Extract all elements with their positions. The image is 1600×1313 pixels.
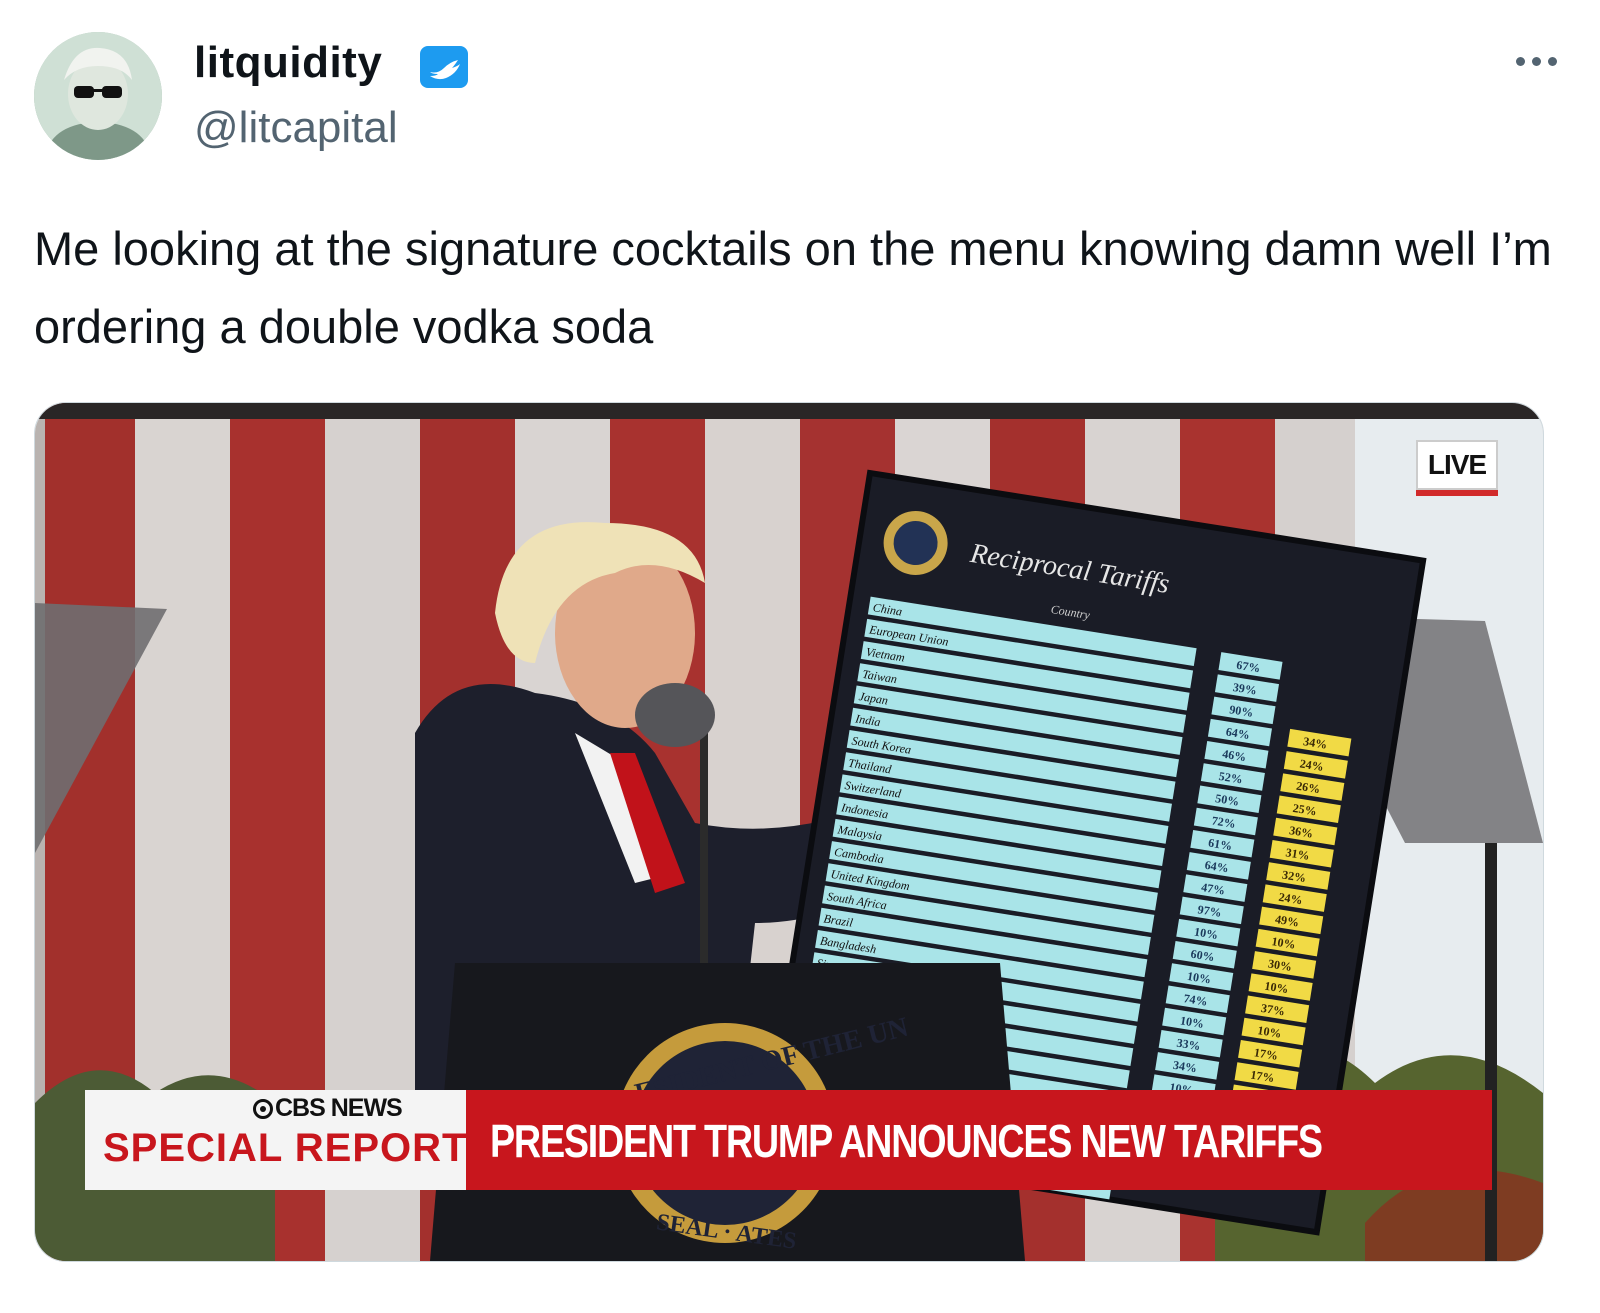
avatar[interactable] (34, 32, 162, 160)
network-logo: CBS NEWS (253, 1094, 403, 1123)
lower-third-headline: PRESIDENT TRUMP ANNOUNCES NEW TARIFFS (466, 1090, 1492, 1190)
avatar-icon (34, 32, 162, 160)
tweet-text: Me looking at the signature cocktails on… (34, 222, 1552, 353)
segment-label: SPECIAL REPORT (103, 1126, 468, 1170)
headline-text: PRESIDENT TRUMP ANNOUNCES NEW TARIFFS (490, 1115, 1323, 1167)
live-badge: LIVE (1416, 440, 1498, 496)
tweet-media[interactable]: Reciprocal Tariffs Country China European… (34, 402, 1544, 1262)
author-display-name[interactable]: litquidity (194, 38, 382, 88)
more-options-icon[interactable] (1516, 46, 1580, 76)
network-name: CBS NEWS (275, 1094, 403, 1122)
lower-third-brand: CBS NEWS SPECIAL REPORT (85, 1090, 466, 1190)
verified-badge-icon (420, 46, 468, 88)
author-handle[interactable]: @litcapital (194, 103, 398, 153)
cbs-eye-icon (253, 1099, 273, 1119)
